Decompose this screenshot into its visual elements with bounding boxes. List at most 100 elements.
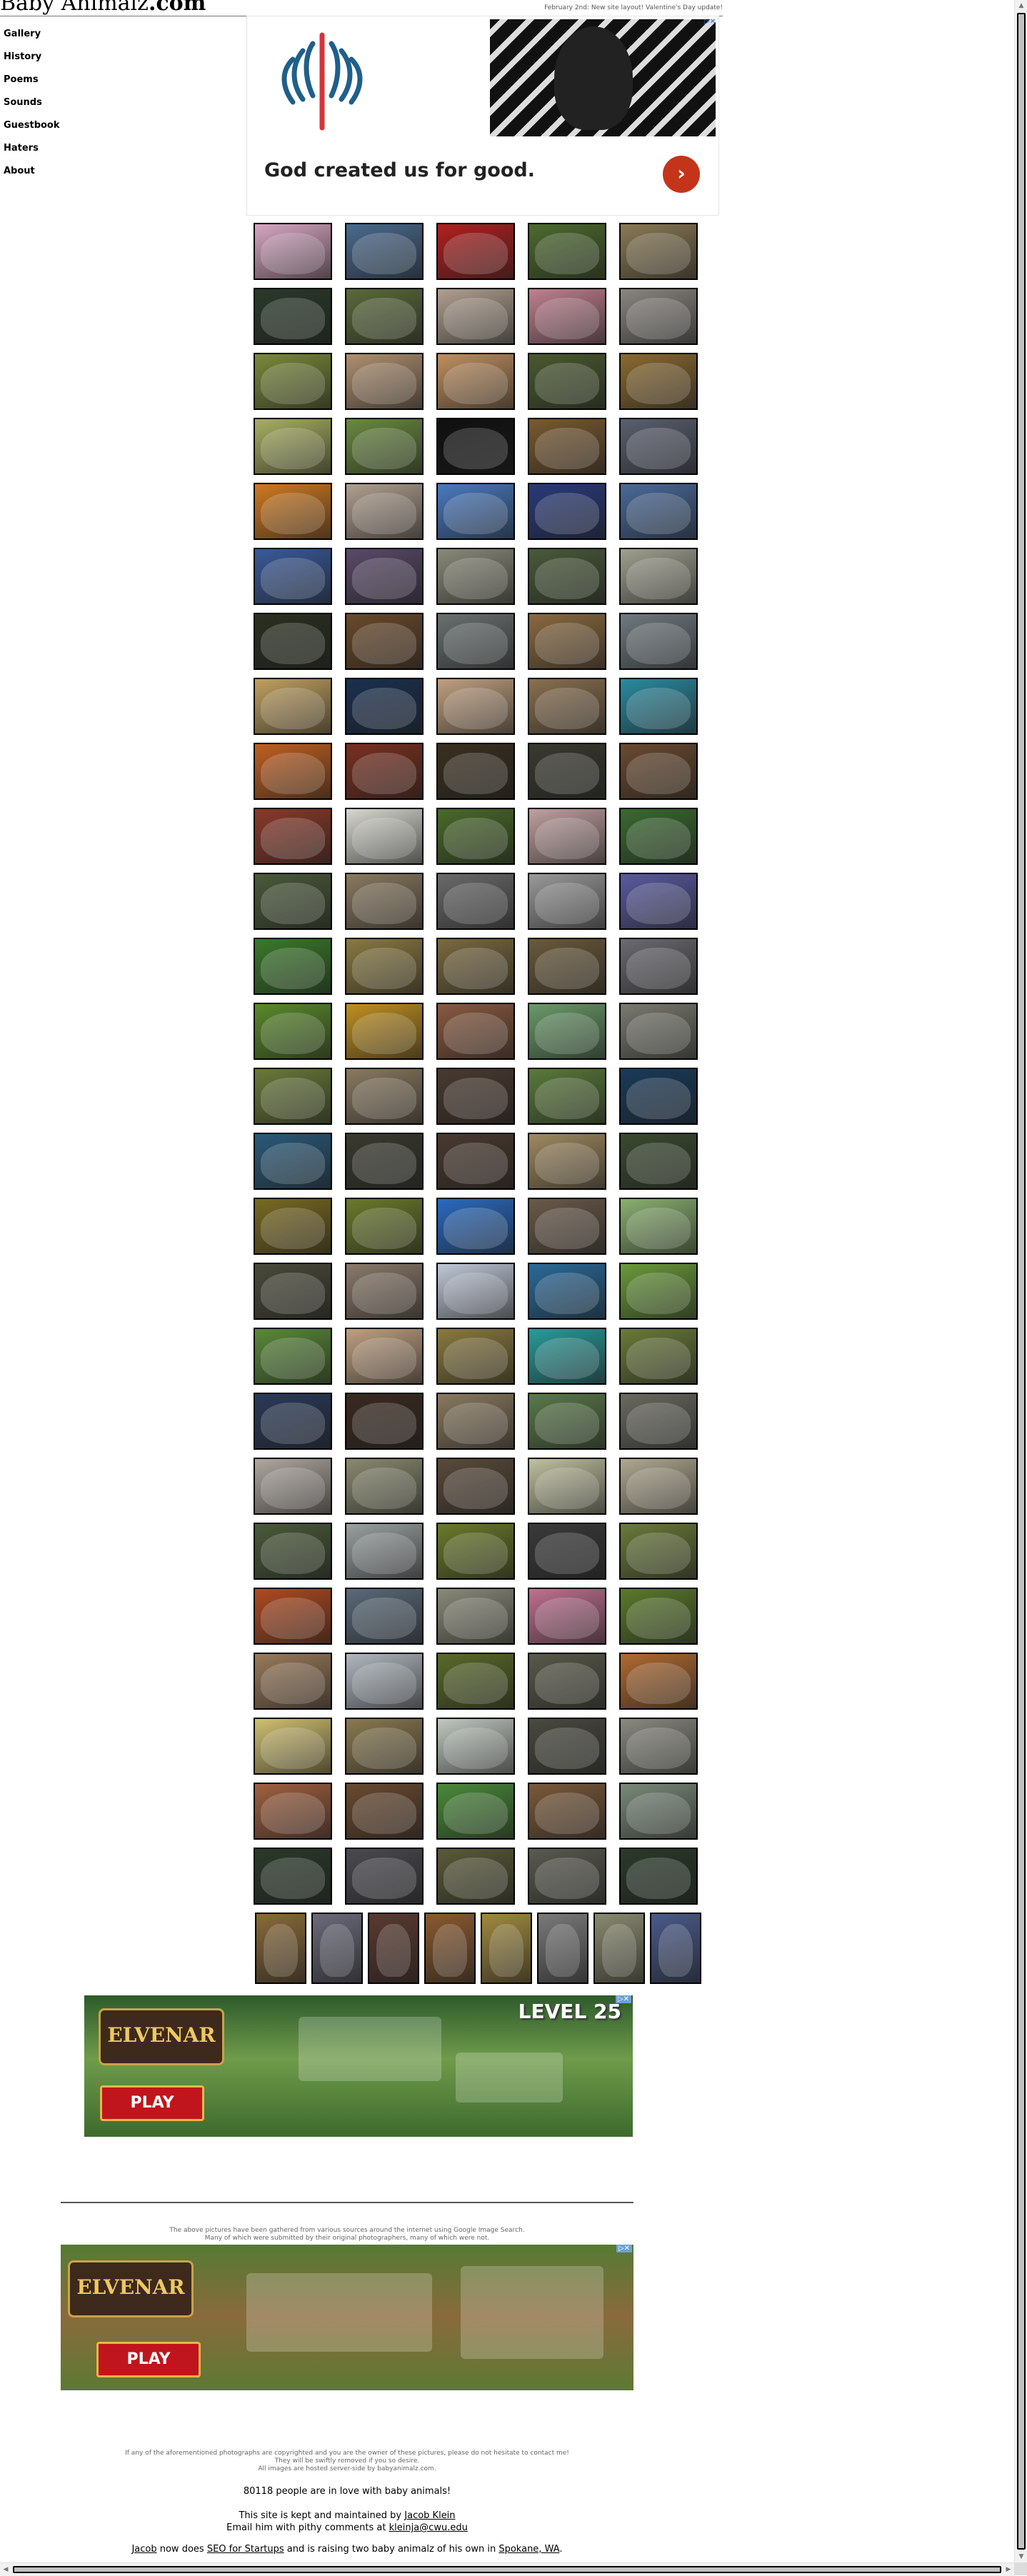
animal-thumbnail-tall[interactable] [255,1913,306,1984]
animal-thumbnail[interactable] [436,938,515,995]
animal-thumbnail[interactable] [528,353,606,410]
seo-startups-link[interactable]: SEO for Startups [207,2544,284,2555]
animal-thumbnail[interactable] [436,483,515,540]
animal-thumbnail[interactable] [254,743,332,800]
animal-thumbnail-tall[interactable] [593,1913,645,1984]
animal-thumbnail[interactable] [619,1263,698,1320]
animal-thumbnail[interactable] [528,1263,606,1320]
animal-thumbnail[interactable] [436,808,515,865]
animal-thumbnail[interactable] [436,873,515,930]
animal-thumbnail[interactable] [619,1458,698,1515]
animal-thumbnail[interactable] [345,1003,424,1060]
adchoices-close-icon-2[interactable]: ▷✕ [616,2245,632,2252]
animal-thumbnail[interactable] [436,678,515,735]
animal-thumbnail[interactable] [528,1198,606,1255]
animal-thumbnail-tall[interactable] [311,1913,363,1984]
animal-thumbnail[interactable] [619,1848,698,1905]
animal-thumbnail[interactable] [619,743,698,800]
animal-thumbnail[interactable] [254,1783,332,1840]
animal-thumbnail[interactable] [436,1523,515,1580]
animal-thumbnail[interactable] [345,1393,424,1450]
animal-thumbnail[interactable] [619,1003,698,1060]
sidebar-item-guestbook[interactable]: Guestbook [4,119,60,141]
animal-thumbnail[interactable] [345,548,424,605]
animal-thumbnail[interactable] [254,288,332,345]
animal-thumbnail-tall[interactable] [368,1913,419,1984]
author-link[interactable]: Jacob Klein [404,2510,455,2521]
adchoices-close-icon[interactable]: ▷✕ [615,1995,631,2003]
animal-thumbnail[interactable] [528,613,606,670]
animal-thumbnail[interactable] [619,1068,698,1125]
jacob-link[interactable]: Jacob [131,2544,156,2555]
ad-headline[interactable]: God created us for good. [264,159,535,181]
animal-thumbnail[interactable] [254,678,332,735]
animal-thumbnail[interactable] [436,1848,515,1905]
animal-thumbnail[interactable] [528,938,606,995]
animal-thumbnail[interactable] [436,288,515,345]
animal-thumbnail[interactable] [436,1588,515,1645]
animal-thumbnail[interactable] [345,1523,424,1580]
animal-thumbnail[interactable] [528,483,606,540]
animal-thumbnail[interactable] [619,1718,698,1775]
animal-thumbnail[interactable] [619,1523,698,1580]
email-link[interactable]: kleinja@cwu.edu [389,2522,468,2533]
animal-thumbnail[interactable] [528,1393,606,1450]
animal-thumbnail[interactable] [528,1588,606,1645]
animal-thumbnail[interactable] [528,873,606,930]
animal-thumbnail[interactable] [436,1393,515,1450]
animal-thumbnail[interactable] [619,418,698,475]
animal-thumbnail[interactable] [436,1653,515,1710]
animal-thumbnail[interactable] [436,418,515,475]
top-banner-ad[interactable]: ▷✕ God created us for good. › [246,16,719,216]
animal-thumbnail[interactable] [254,613,332,670]
animal-thumbnail[interactable] [436,1133,515,1190]
animal-thumbnail[interactable] [528,808,606,865]
animal-thumbnail[interactable] [345,1458,424,1515]
animal-thumbnail[interactable] [619,548,698,605]
animal-thumbnail[interactable] [436,1328,515,1385]
scroll-left-arrow-icon[interactable]: ◀ [0,2563,11,2576]
animal-thumbnail[interactable] [254,808,332,865]
animal-thumbnail[interactable] [528,1003,606,1060]
animal-thumbnail[interactable] [619,1393,698,1450]
animal-thumbnail[interactable] [345,1133,424,1190]
animal-thumbnail[interactable] [619,613,698,670]
animal-thumbnail[interactable] [528,1848,606,1905]
animal-thumbnail[interactable] [528,1458,606,1515]
animal-thumbnail[interactable] [619,1328,698,1385]
animal-thumbnail[interactable] [345,483,424,540]
animal-thumbnail[interactable] [619,1783,698,1840]
animal-thumbnail[interactable] [436,1003,515,1060]
animal-thumbnail-tall[interactable] [650,1913,701,1984]
animal-thumbnail[interactable] [436,548,515,605]
animal-thumbnail[interactable] [254,1263,332,1320]
animal-thumbnail[interactable] [528,1718,606,1775]
sidebar-item-gallery[interactable]: Gallery [4,27,60,50]
sidebar-item-about[interactable]: About [4,164,60,187]
animal-thumbnail[interactable] [436,1783,515,1840]
horizontal-scroll-thumb[interactable] [13,2566,1001,2573]
animal-thumbnail[interactable] [254,1133,332,1190]
animal-thumbnail[interactable] [619,223,698,280]
animal-thumbnail[interactable] [528,1133,606,1190]
animal-thumbnail[interactable] [345,1198,424,1255]
animal-thumbnail[interactable] [345,1783,424,1840]
sidebar-item-sounds[interactable]: Sounds [4,96,60,119]
animal-thumbnail[interactable] [254,418,332,475]
spokane-link[interactable]: Spokane, WA [499,2544,559,2555]
animal-thumbnail[interactable] [619,938,698,995]
animal-thumbnail[interactable] [619,353,698,410]
animal-thumbnail[interactable] [345,678,424,735]
animal-thumbnail[interactable] [528,418,606,475]
animal-thumbnail[interactable] [528,1068,606,1125]
animal-thumbnail[interactable] [619,288,698,345]
horizontal-scrollbar[interactable]: ◀ ▶ [0,2562,1014,2576]
vertical-scrollbar[interactable]: ▲ ▼ [1014,0,1027,2562]
animal-thumbnail-tall[interactable] [481,1913,532,1984]
vertical-scroll-thumb[interactable] [1017,13,1026,2550]
animal-thumbnail[interactable] [436,1263,515,1320]
animal-thumbnail[interactable] [345,353,424,410]
animal-thumbnail[interactable] [345,808,424,865]
animal-thumbnail[interactable] [254,1198,332,1255]
animal-thumbnail[interactable] [619,678,698,735]
